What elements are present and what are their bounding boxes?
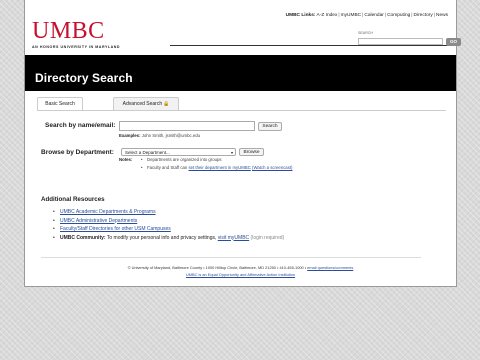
link-directory[interactable]: Directory <box>414 13 433 18</box>
department-select[interactable]: Select a Department... ▾ <box>121 148 236 156</box>
links-label: UMBC Links: <box>285 13 316 18</box>
tab-basic-search-label: Basic Search <box>45 101 75 107</box>
name-search-button[interactable]: Search <box>258 122 282 131</box>
usm-directories-link[interactable]: Faculty/Staff Directories for other USM … <box>60 226 171 232</box>
umbc-logo[interactable]: UMBC AN HONORS UNIVERSITY IN MARYLAND <box>32 18 121 49</box>
site-search-input[interactable] <box>358 38 443 45</box>
name-search-label: Search by name/email: <box>45 122 116 129</box>
set-department-link[interactable]: set their department in myUMBC <box>189 165 251 170</box>
name-search-input[interactable] <box>119 121 255 131</box>
name-search-examples: Examples: John Smith, jsmith@umbc.edu <box>119 133 200 138</box>
watch-screencast-link[interactable]: (Watch a screencast) <box>252 165 292 170</box>
tab-advanced-search-label: Advanced Search <box>122 101 163 107</box>
logo-tagline: AN HONORS UNIVERSITY IN MARYLAND <box>32 45 121 49</box>
notes-label: Notes: <box>119 157 132 162</box>
list-item: UMBC Community: To modify your personal … <box>53 235 284 244</box>
visit-myumbc-link[interactable]: visit myUMBC <box>218 235 249 241</box>
login-required-note: (login required) <box>250 234 285 241</box>
examples-text: John Smith, jsmith@umbc.edu <box>141 133 201 138</box>
department-select-value: Select a Department... <box>125 150 170 155</box>
tab-basic-search[interactable]: Basic Search <box>37 97 83 111</box>
note2-prefix: Faculty and Staff can <box>147 165 188 170</box>
resources-title: Additional Resources <box>41 196 105 203</box>
list-item: Faculty/Staff Directories for other USM … <box>53 226 284 235</box>
list-item: UMBC Academic Departments & Programs <box>53 209 284 218</box>
logo-wordmark: UMBC <box>32 18 105 44</box>
email-questions-link[interactable]: email questions/comments <box>307 265 353 270</box>
tab-underline <box>37 110 446 111</box>
community-text: To modify your personal info and privacy… <box>106 234 217 241</box>
link-a-z-index[interactable]: A-Z Index <box>317 13 338 18</box>
chevron-down-icon: ▾ <box>230 150 233 155</box>
footer-address-text: © University of Maryland, Baltimore Coun… <box>127 265 307 270</box>
footer-divider <box>41 257 421 258</box>
site-search-go-button[interactable]: GO <box>446 38 461 46</box>
browse-button[interactable]: Browse <box>239 148 264 156</box>
list-item: UMBC Administrative Departments <box>53 218 284 227</box>
tab-advanced-search[interactable]: Advanced Search🔒 <box>113 97 179 110</box>
footer-address: © University of Maryland, Baltimore Coun… <box>25 265 456 270</box>
resources-list: UMBC Academic Departments & Programs UMB… <box>53 209 284 243</box>
link-myumbc[interactable]: myUMBC <box>341 13 362 18</box>
link-calendar[interactable]: Calendar <box>364 13 383 18</box>
umbc-links-bar: UMBC Links: A-Z Index|myUMBC|Calendar|Co… <box>285 13 448 18</box>
site-search-label: SEARCH <box>358 31 373 35</box>
note1-text: Departments are organized into groups <box>147 157 222 162</box>
page-title: Directory Search <box>35 71 133 85</box>
community-label: UMBC Community: <box>60 234 106 241</box>
administrative-departments-link[interactable]: UMBC Administrative Departments <box>60 218 137 224</box>
academic-departments-link[interactable]: UMBC Academic Departments & Programs <box>60 209 156 215</box>
examples-label: Examples: <box>119 133 141 138</box>
department-notes: Departments are organized into groups Fa… <box>140 157 292 173</box>
link-news[interactable]: News <box>436 13 448 18</box>
note-faculty-staff: Faculty and Staff can set their departme… <box>140 165 292 173</box>
page-banner: Directory Search <box>25 55 456 91</box>
equal-opportunity-link[interactable]: UMBC is an Equal Opportunity and Affirma… <box>186 272 295 277</box>
note-departments-grouped: Departments are organized into groups <box>140 157 292 165</box>
notes-label-text: Notes: <box>119 157 133 162</box>
link-computing[interactable]: Computing <box>387 13 410 18</box>
page-container: UMBC AN HONORS UNIVERSITY IN MARYLAND UM… <box>24 0 461 287</box>
department-label: Browse by Department: <box>41 149 114 156</box>
footer-eoe: UMBC is an Equal Opportunity and Affirma… <box>25 272 456 277</box>
header-divider <box>170 45 450 46</box>
